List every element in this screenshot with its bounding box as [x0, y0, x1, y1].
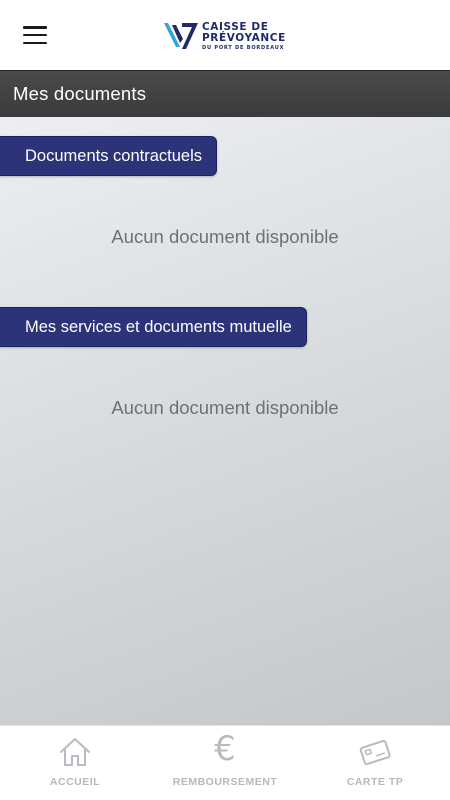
nav-label-accueil: ACCUEIL [49, 776, 101, 788]
documents-content: Documents contractuels Aucun document di… [0, 117, 450, 725]
logo-line-3: DU PORT DE BORDEAUX [202, 44, 285, 51]
app-header: CAISSE DE PRÉVOYANCE DU PORT DE BORDEAUX [0, 0, 450, 70]
empty-message-mutuelle: Aucun document disponible [111, 397, 339, 418]
hamburger-menu-icon[interactable] [22, 24, 48, 46]
page-title: Mes documents [13, 83, 147, 104]
nav-label-remboursement: REMBOURSEMENT [172, 776, 278, 788]
logo-mark-icon [164, 23, 198, 49]
nav-label-carte-tp: CARTE TP [346, 776, 404, 788]
home-icon [60, 738, 90, 766]
logo-line-2: PRÉVOYANCE [202, 32, 286, 44]
card-icon [359, 739, 391, 766]
nav-item-accueil[interactable]: ACCUEIL [0, 726, 150, 800]
empty-message-contractuels: Aucun document disponible [111, 226, 339, 247]
section-button-services-mutuelle[interactable]: Mes services et documents mutuelle [0, 307, 307, 347]
nav-item-remboursement[interactable]: € REMBOURSEMENT [150, 726, 300, 800]
logo-line-1: CAISSE DE [202, 20, 269, 33]
nav-item-carte-tp[interactable]: CARTE TP [300, 726, 450, 800]
euro-icon: € [214, 729, 236, 769]
bottom-navigation: ACCUEIL € REMBOURSEMENT CARTE TP [0, 725, 450, 800]
page-title-bar: Mes documents [0, 70, 450, 117]
brand-logo: CAISSE DE PRÉVOYANCE DU PORT DE BORDEAUX [162, 18, 286, 54]
section-button-documents-contractuels[interactable]: Documents contractuels [0, 136, 217, 176]
